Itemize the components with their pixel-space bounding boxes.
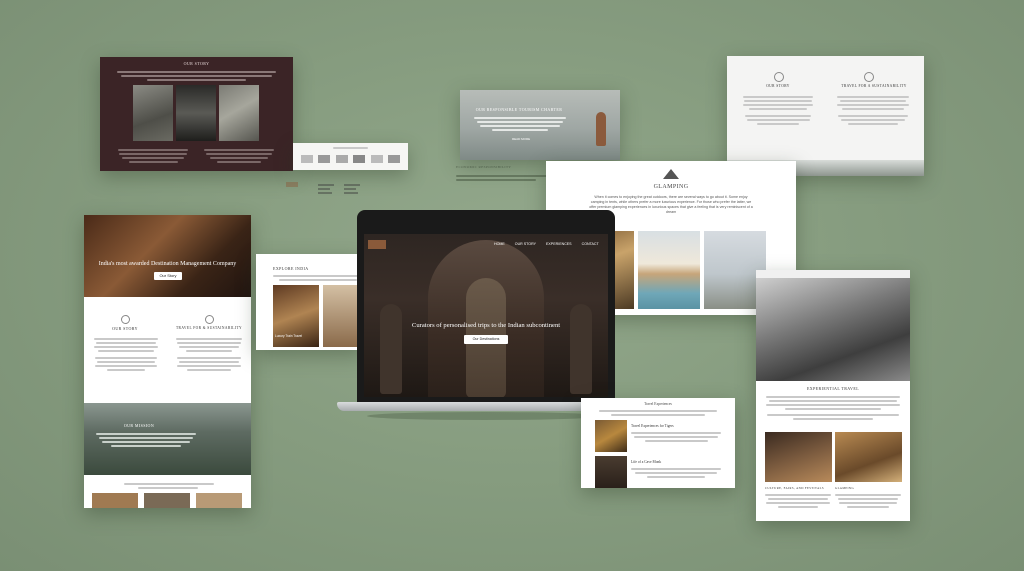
nav-contact[interactable]: CONTACT [582, 242, 599, 246]
portrait-photo [176, 85, 216, 141]
left-col1-title: OUR STORY [112, 326, 138, 331]
nav-home[interactable]: HOME [494, 242, 505, 246]
site-logo [368, 240, 386, 249]
left-thumb-3 [196, 493, 242, 508]
experiences-small-card: Travel Experiences Travel Experiences fo… [581, 398, 735, 488]
small-item2-title: Life of a Cave Monk [631, 460, 662, 464]
glamping-tent-photo [835, 432, 902, 482]
laptop-nav: HOME OUR STORY EXPERIENCES CONTACT [494, 242, 599, 246]
travel-top-col1-title: OUR STORY [766, 84, 790, 88]
charter-title: OUR RESPONSIBLE TOURISM CHARTER [475, 107, 563, 112]
small-card-title: Travel Experiences [644, 402, 672, 406]
nav-our-story[interactable]: OUR STORY [515, 242, 536, 246]
story-icon [774, 72, 784, 82]
left-hero-photo [84, 215, 251, 297]
monk-figure [596, 112, 606, 146]
nav-experiences[interactable]: EXPERIENCES [546, 242, 572, 246]
laptop-shadow [367, 412, 602, 420]
glamping-pool-photo [638, 231, 700, 309]
left-thumb-2 [144, 493, 190, 508]
elephant-photo [133, 85, 173, 141]
laptop-hero-button[interactable]: Our Destinations [464, 335, 508, 344]
charter-read-more[interactable]: READ MORE [512, 137, 530, 141]
left-leaf-icon [205, 315, 214, 324]
left-statue [380, 304, 402, 394]
small-item1-title: Travel Experiences for Tigers [631, 424, 674, 428]
right-caption-2: GLAMPING [835, 486, 855, 490]
left-hero-title: India's most awarded Destination Managem… [98, 261, 237, 267]
festival-photo [756, 278, 910, 381]
left-thumb-1 [92, 493, 138, 508]
our-story-dark-card: OUR STORY [100, 57, 293, 171]
explore-title: EXPLORE INDIA [273, 266, 309, 271]
right-page-nav [756, 270, 910, 278]
explore-caption-1: Luxury Train Travel [275, 334, 303, 338]
left-hero-button[interactable]: Our Story [154, 272, 182, 280]
right-page-card: EXPERIENTIAL TRAVEL CULTURE, FAIRS, AND … [756, 270, 910, 521]
monk-thumb [595, 456, 627, 488]
travel-top-card: OUR STORY TRAVEL FOR A SUSTAINABILITY [727, 56, 924, 176]
laptop-screen: HOME OUR STORY EXPERIENCES CONTACT Curat… [364, 234, 608, 397]
tiger-photo [219, 85, 259, 141]
right-caption-1: CULTURE, FAIRS, AND FESTIVALS [765, 486, 824, 490]
glamping-title: GLAMPING [653, 184, 689, 190]
laptop-hero-title: Curators of personalised trips to the In… [411, 322, 561, 329]
leaf-icon [864, 72, 874, 82]
our-story-dark-title: OUR STORY [183, 61, 210, 66]
left-page-card: India's most awarded Destination Managem… [84, 215, 251, 508]
tiger-thumb [595, 420, 627, 452]
culture-photo [765, 432, 832, 482]
charter-sub: ECONOMIC RESPONSIBILITY [456, 165, 512, 169]
mission-title: OUR MISSION [123, 423, 155, 428]
travel-top-col2-title: TRAVEL FOR A SUSTAINABILITY [841, 84, 907, 88]
left-story-icon [121, 315, 130, 324]
charter-card: OUR RESPONSIBLE TOURISM CHARTER READ MOR… [460, 90, 620, 160]
laptop: HOME OUR STORY EXPERIENCES CONTACT Curat… [337, 210, 632, 422]
charter-lower: ECONOMIC RESPONSIBILITY [456, 160, 556, 190]
left-col2-title: TRAVEL FOR & SUSTAINABILITY [175, 326, 243, 330]
tent-icon [663, 169, 679, 179]
right-page-title: EXPERIENTIAL TRAVEL [806, 386, 860, 391]
right-statue [570, 304, 592, 394]
awards-strip [293, 143, 408, 170]
